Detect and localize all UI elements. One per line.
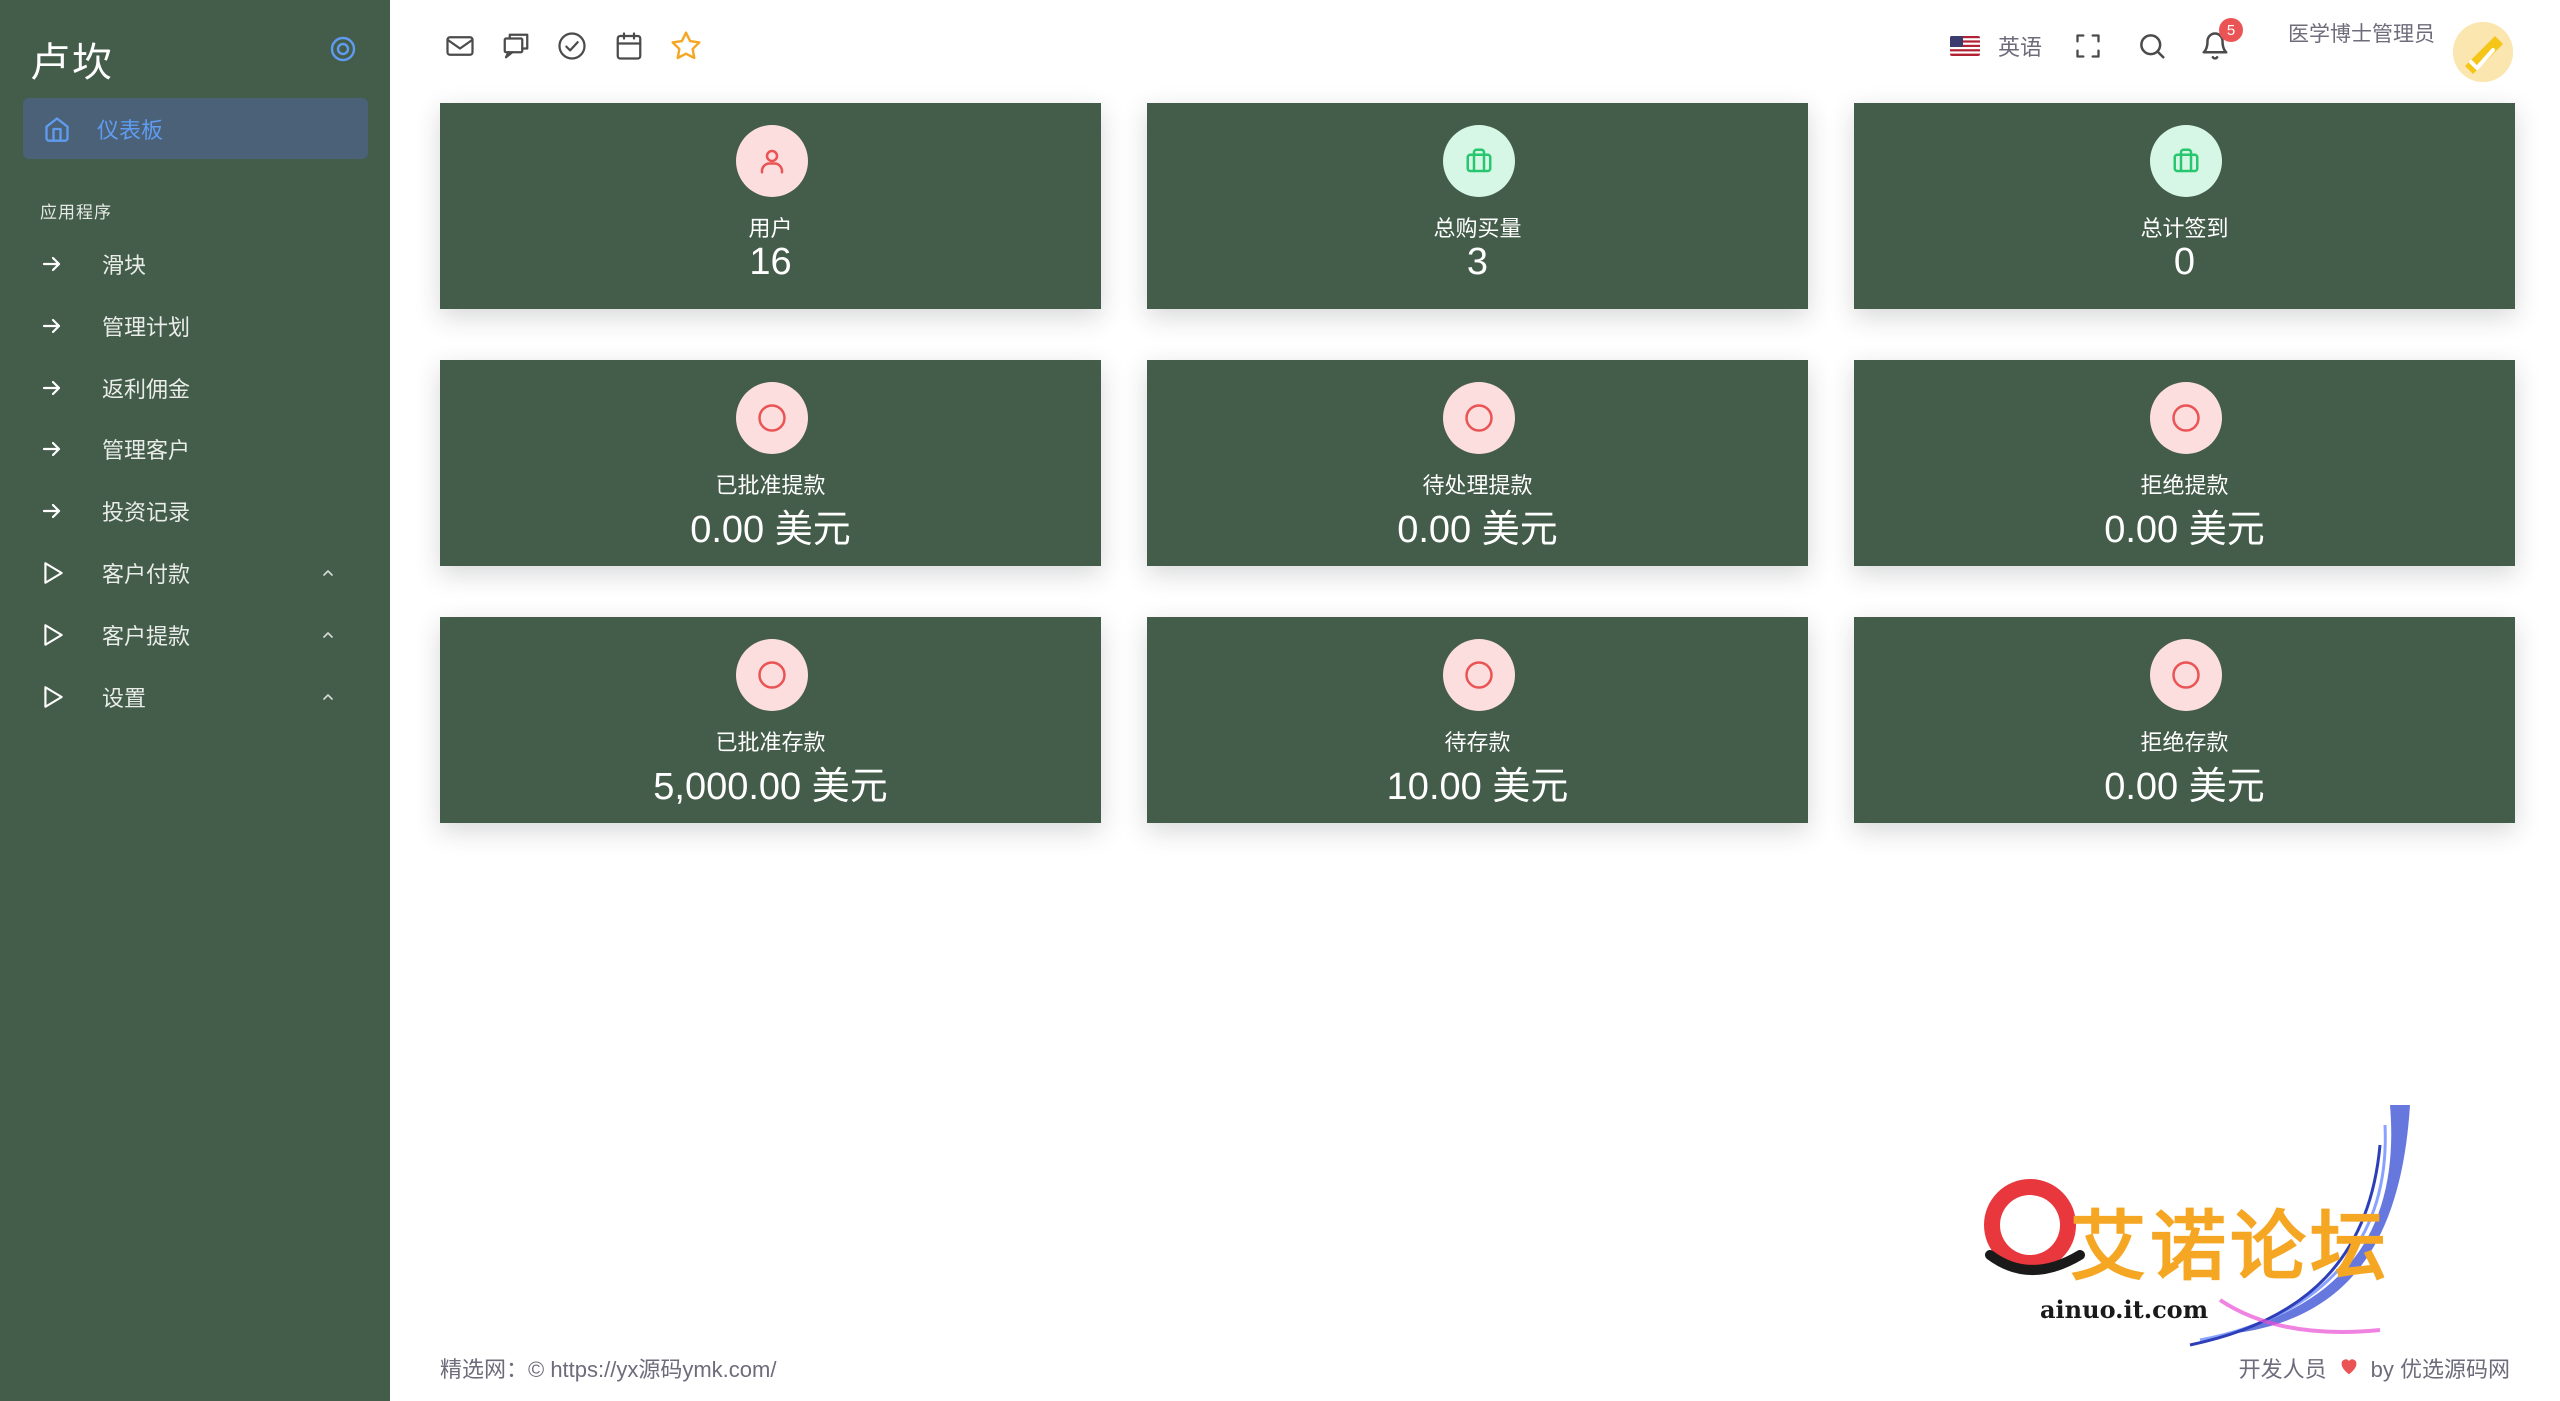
stat-card-value: 3 (1466, 241, 1489, 283)
chat-icon[interactable] (498, 28, 534, 64)
stat-card-label: 总购买量 (1433, 216, 1522, 241)
footer-copyright: 精选网：© https://yx源码ymk.com/ (440, 1357, 777, 1382)
sidebar-item-manage-customers[interactable]: 管理客户 (40, 425, 370, 473)
sidebar-item-settings[interactable]: 设置 (40, 673, 370, 721)
stat-card-label: 待存款 (1444, 730, 1511, 755)
stat-card-label: 拒绝存款 (2140, 730, 2229, 755)
fullscreen-icon[interactable] (2070, 28, 2106, 64)
circle-icon (2150, 382, 2222, 454)
arrow-right-icon (40, 433, 72, 465)
arrow-right-icon (40, 248, 72, 280)
check-circle-icon[interactable] (554, 28, 590, 64)
home-icon (43, 113, 75, 145)
stat-card-approved-deposits[interactable]: 已批准存款 5,000.00 美元 (440, 617, 1101, 823)
watermark-title: 艾诺论坛 (2070, 1202, 2390, 1291)
sidebar-item-label: 设置 (102, 686, 147, 711)
sidebar-item-label: 滑块 (102, 253, 147, 278)
stat-card-users[interactable]: 用户 16 (440, 103, 1101, 309)
search-icon[interactable] (2134, 28, 2170, 64)
stat-card-rejected-deposits[interactable]: 拒绝存款 0.00 美元 (1854, 617, 2515, 823)
stat-card-label: 待处理提款 (1422, 473, 1533, 498)
footer-credit-suffix[interactable]: by 优选源码网 (2371, 1352, 2510, 1384)
circle-icon (1443, 382, 1515, 454)
stat-card-total-purchases[interactable]: 总购买量 3 (1147, 103, 1808, 309)
play-icon (40, 557, 72, 589)
briefcase-icon (1443, 125, 1515, 197)
sidebar-item-manage-plans[interactable]: 管理计划 (40, 302, 370, 350)
star-icon[interactable] (668, 28, 704, 64)
sidebar-item-investment-records[interactable]: 投资记录 (40, 487, 370, 535)
stat-card-label: 已批准提款 (715, 473, 826, 498)
sidebar-item-label: 管理计划 (102, 315, 191, 340)
sidebar-item-label: 客户付款 (102, 562, 191, 587)
sidebar-item-label: 仪表板 (97, 117, 164, 143)
sidebar-item-label: 返利佣金 (102, 377, 191, 402)
stat-card-pending-deposits[interactable]: 待存款 10.00 美元 (1147, 617, 1808, 823)
sidebar-item-label: 客户提款 (102, 624, 191, 649)
play-icon (40, 619, 72, 651)
stat-card-approved-withdrawals[interactable]: 已批准提款 0.00 美元 (440, 360, 1101, 566)
stat-card-value: 0.00 美元 (690, 509, 851, 551)
notification-badge: 5 (2219, 18, 2243, 42)
sidebar-item-customer-payments[interactable]: 客户付款 (40, 549, 370, 597)
user-name[interactable]: 医学博士管理员 (2275, 18, 2435, 48)
avatar[interactable] (2453, 22, 2513, 82)
arrow-right-icon (40, 372, 72, 404)
arrow-right-icon (40, 310, 72, 342)
stat-card-value: 0.00 美元 (2104, 766, 2265, 808)
sidebar-item-customer-withdrawals[interactable]: 客户提款 (40, 611, 370, 659)
sidebar-item-commission[interactable]: 返利佣金 (40, 364, 370, 412)
stat-card-value: 5,000.00 美元 (653, 766, 888, 808)
calendar-icon[interactable] (611, 28, 647, 64)
language-selector[interactable]: 英语 (1950, 28, 2042, 64)
chevron-up-icon[interactable] (316, 561, 340, 585)
sidebar: 卢坎 仪表板 应用程序 滑块 管理计划 返利佣金 管理客户 投资记录 客户付款 … (0, 0, 390, 1401)
arrow-right-icon (40, 495, 72, 527)
mail-icon[interactable] (442, 28, 478, 64)
stat-card-pending-withdrawals[interactable]: 待处理提款 0.00 美元 (1147, 360, 1808, 566)
watermark-subtitle: ainuo.it.com (2040, 1295, 2209, 1324)
sidebar-item-dashboard[interactable]: 仪表板 (23, 98, 368, 159)
sidebar-section-title: 应用程序 (40, 203, 112, 222)
language-label: 英语 (1998, 35, 2043, 60)
play-icon (40, 681, 72, 713)
stat-card-label: 总计签到 (2140, 216, 2229, 241)
stat-card-value: 0.00 美元 (2104, 509, 2265, 551)
stat-card-label: 拒绝提款 (2140, 473, 2229, 498)
stat-card-value: 0 (2173, 241, 2196, 283)
stat-card-total-checkins[interactable]: 总计签到 0 (1854, 103, 2515, 309)
heart-icon (2339, 1355, 2359, 1381)
sidebar-item-slider[interactable]: 滑块 (40, 240, 370, 288)
us-flag-icon (1950, 36, 1980, 56)
brand-logo[interactable]: 卢坎 (30, 30, 114, 88)
stat-card-value: 10.00 美元 (1386, 766, 1569, 808)
stat-card-label: 已批准存款 (715, 730, 826, 755)
stat-card-rejected-withdrawals[interactable]: 拒绝提款 0.00 美元 (1854, 360, 2515, 566)
briefcase-icon (2150, 125, 2222, 197)
stat-card-value: 16 (749, 241, 792, 283)
chevron-up-icon[interactable] (316, 623, 340, 647)
footer-credit-prefix: 开发人员 (2238, 1357, 2327, 1382)
user-icon (736, 125, 808, 197)
circle-icon (1443, 639, 1515, 711)
sidebar-item-label: 管理客户 (102, 438, 191, 463)
circle-icon (736, 639, 808, 711)
footer-credit: 开发人员 by 优选源码网 (2239, 1352, 2510, 1384)
sidebar-item-label: 投资记录 (102, 500, 191, 525)
stat-card-label: 用户 (748, 216, 793, 241)
circle-icon (2150, 639, 2222, 711)
stat-card-value: 0.00 美元 (1397, 509, 1558, 551)
circle-icon (736, 382, 808, 454)
watermark-logo: 艾诺论坛 ainuo.it.com (1970, 1105, 2450, 1365)
chevron-up-icon[interactable] (316, 685, 340, 709)
target-icon (330, 36, 356, 62)
sidebar-collapse-toggle[interactable] (328, 34, 358, 64)
